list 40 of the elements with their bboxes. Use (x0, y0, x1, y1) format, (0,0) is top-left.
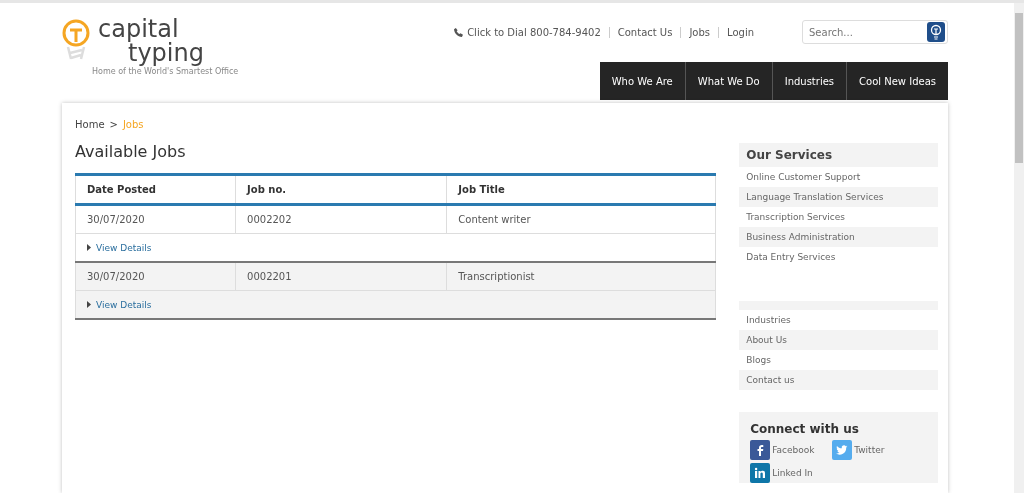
sidebar-link[interactable]: Contact us (739, 370, 938, 390)
phone-icon (454, 27, 464, 37)
lightbulb-search-icon[interactable] (927, 22, 945, 42)
connect-title: Connect with us (750, 422, 860, 436)
table-cell: Content writer (446, 204, 716, 234)
scrollbar-thumb[interactable] (1015, 13, 1023, 163)
table-cell: 0002201 (235, 262, 447, 291)
caret-icon (87, 244, 91, 251)
phone-link[interactable]: Click to Dial 800-784-9402 (454, 26, 609, 38)
nav-link[interactable]: What We Do (684, 62, 772, 100)
sidebar-title: Our Services (739, 143, 938, 167)
social-link[interactable]: Facebook (750, 440, 823, 460)
social-link[interactable]: Linked In (750, 463, 823, 483)
table-cell: 0002202 (235, 204, 447, 234)
top-link[interactable]: Jobs (680, 26, 718, 38)
nav-link[interactable]: Industries (771, 62, 847, 100)
table-cell: 30/07/2020 (75, 262, 236, 291)
top-link[interactable]: Login (718, 26, 762, 38)
caret-icon (87, 301, 91, 308)
bird-icon (832, 440, 853, 460)
view-details-link[interactable]: View Details (87, 299, 152, 310)
breadcrumb-link[interactable]: Home (75, 119, 105, 130)
nav-link[interactable]: Who We Are (599, 62, 685, 100)
logo-wordmark: capital (98, 17, 179, 41)
facebook-f-icon (750, 440, 771, 460)
sidebar-link[interactable]: About Us (739, 330, 938, 350)
nav-link[interactable]: Cool New Ideas (846, 62, 948, 100)
logo-tagline: Home of the World's Smartest Office (92, 67, 239, 76)
logo-wordmark: typing (128, 41, 205, 65)
page-heading: Available Jobs (75, 142, 187, 161)
sidebar-link[interactable]: Business Administration (739, 227, 938, 247)
view-details-link[interactable]: View Details (87, 242, 152, 253)
sidebar-link[interactable]: Language Translation Services (739, 187, 938, 207)
social-link[interactable]: Twitter (832, 440, 905, 460)
table-cell: 30/07/2020 (75, 204, 236, 234)
top-link[interactable]: Contact Us (608, 26, 681, 38)
search-field[interactable]: Search... (802, 20, 948, 44)
scrollbar[interactable] (1014, 3, 1024, 493)
table-cell: Transcriptionist (446, 262, 716, 291)
breadcrumb-separator: > (109, 119, 118, 130)
